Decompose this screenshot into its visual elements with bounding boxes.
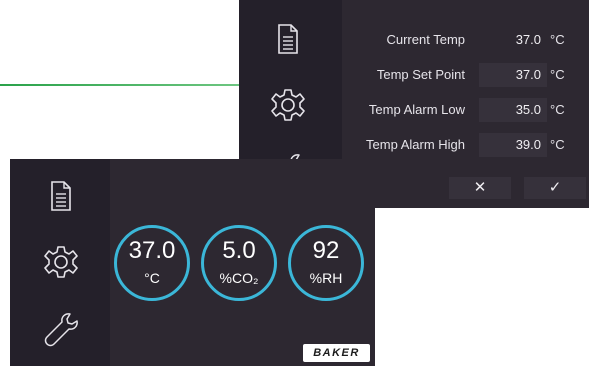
status-panel: 37.0 °C 5.0 %CO₂ 92 %RH BAKER <box>10 159 375 366</box>
settings-row-temp-alarm-high: Temp Alarm High 39.0 °C <box>342 133 589 157</box>
row-value-field[interactable]: 39.0 <box>479 133 547 157</box>
humidity-gauge[interactable]: 92 %RH <box>288 225 364 301</box>
temperature-gauge[interactable]: 37.0 °C <box>114 225 190 301</box>
status-sidebar <box>10 159 110 366</box>
gauge-unit: %CO₂ <box>219 270 259 286</box>
gauge-value: 92 <box>312 237 340 264</box>
gear-icon[interactable] <box>269 86 307 124</box>
row-unit: °C <box>550 137 565 152</box>
row-unit: °C <box>550 32 565 47</box>
row-value: 37.0 <box>515 32 541 47</box>
row-value-field[interactable]: 35.0 <box>479 98 547 122</box>
row-label: Current Temp <box>386 32 465 47</box>
row-label: Temp Alarm High <box>366 137 465 152</box>
wrench-icon[interactable] <box>40 309 80 349</box>
settings-row-temp-set-point: Temp Set Point 37.0 °C <box>342 63 589 87</box>
document-icon[interactable] <box>275 22 301 56</box>
brand-logo: BAKER <box>303 344 370 362</box>
row-label: Temp Alarm Low <box>368 102 465 117</box>
document-icon[interactable] <box>48 179 74 213</box>
row-unit: °C <box>550 67 565 82</box>
gauge-unit: %RH <box>309 270 343 286</box>
row-label: Temp Set Point <box>376 67 465 82</box>
cancel-button[interactable]: ✕ <box>449 177 511 199</box>
row-value-field[interactable]: 37.0 <box>479 63 547 87</box>
co2-gauge[interactable]: 5.0 %CO₂ <box>201 225 277 301</box>
gauge-unit: °C <box>144 270 160 286</box>
gear-icon[interactable] <box>42 243 80 281</box>
row-unit: °C <box>550 102 565 117</box>
confirm-button[interactable]: ✓ <box>524 177 586 199</box>
gauge-value: 37.0 <box>128 237 176 264</box>
settings-row-current-temp: Current Temp 37.0 °C <box>342 28 589 52</box>
gauge-value: 5.0 <box>222 237 256 264</box>
settings-row-temp-alarm-low: Temp Alarm Low 35.0 °C <box>342 98 589 122</box>
